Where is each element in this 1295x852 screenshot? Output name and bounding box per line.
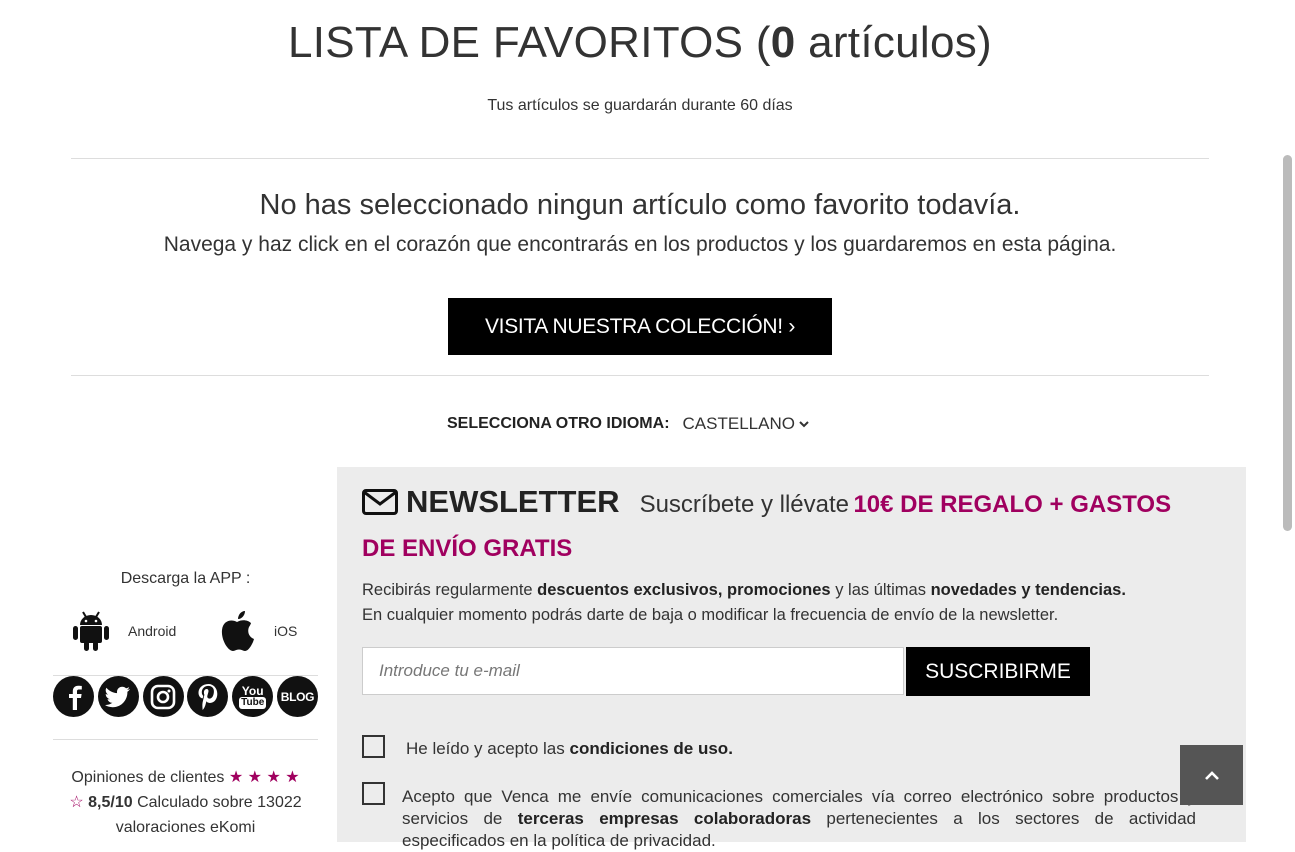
empty-state-heading: No has seleccionado ningun artículo como… <box>259 189 1021 221</box>
instagram-icon[interactable] <box>142 676 184 717</box>
language-selector: SELECCIONA OTRO IDIOMA: CASTELLANO <box>447 414 809 434</box>
rating-score: 8,5/10 <box>88 794 133 811</box>
divider <box>71 158 1209 159</box>
divider <box>71 375 1209 376</box>
visit-collection-button[interactable]: VISITA NUESTRA COLECCIÓN! › <box>448 298 832 355</box>
youtube-icon[interactable]: You Tube <box>232 676 274 717</box>
divider <box>53 739 318 740</box>
terms-label: He leído y acepto las condiciones de uso… <box>406 739 733 758</box>
scroll-to-top-button[interactable] <box>1180 745 1243 805</box>
scrollbar-thumb[interactable] <box>1283 155 1292 531</box>
rating-stars: ★ ★ ★ ★ <box>228 769 300 786</box>
subscribe-button[interactable]: SUSCRIBIRME <box>906 647 1090 696</box>
language-label: SELECCIONA OTRO IDIOMA: <box>447 415 670 432</box>
newsletter-panel: NEWSLETTER Suscríbete y llévate 10€ DE RE… <box>337 467 1246 850</box>
page-subtitle: Tus artículos se guardarán durante 60 dí… <box>487 97 793 114</box>
terms-checkbox[interactable] <box>362 735 385 758</box>
consent-label: Acepto que Venca me envíe comunicaciones… <box>402 787 1196 850</box>
envelope-icon <box>362 489 398 530</box>
empty-state-text: Navega y haz click en el corazón que enc… <box>163 233 1117 256</box>
app-download-title: Descarga la APP : <box>120 570 251 587</box>
android-app-link[interactable]: Android <box>72 610 176 652</box>
newsletter-description: Recibirás regularmente descuentos exclus… <box>362 581 1126 624</box>
promo-highlight: 10€ DE REGALO + GASTOS <box>853 491 1172 518</box>
language-dropdown[interactable]: CASTELLANO <box>683 414 809 434</box>
twitter-icon[interactable] <box>97 676 139 717</box>
consent-checkbox[interactable] <box>362 782 385 805</box>
newsletter-title: NEWSLETTER <box>406 484 620 519</box>
pinterest-icon[interactable] <box>187 676 229 717</box>
android-label: Android <box>128 623 177 639</box>
blog-icon[interactable]: BLOG <box>276 676 318 717</box>
android-icon <box>73 611 109 651</box>
chevron-up-icon <box>1204 771 1219 780</box>
newsletter-heading: NEWSLETTER Suscríbete y llévate 10€ DE RE… <box>362 484 1172 562</box>
ios-app-link[interactable]: iOS <box>218 610 297 652</box>
email-input[interactable] <box>362 647 904 695</box>
terms-link[interactable]: condiciones de uso. <box>570 739 733 758</box>
star-outline-icon: ☆ <box>69 794 84 811</box>
favorites-count: 0 <box>770 18 796 67</box>
chevron-down-icon <box>799 420 809 427</box>
page-title: LISTA DE FAVORITOS (0 artículos) <box>287 18 993 67</box>
ios-label: iOS <box>274 623 298 639</box>
facebook-icon[interactable] <box>53 676 94 717</box>
apple-icon <box>221 611 254 651</box>
language-selected: CASTELLANO <box>682 414 795 433</box>
social-links: You Tube BLOG <box>53 676 318 717</box>
customer-opinions: Opiniones de clientes ★ ★ ★ ★ ☆ 8,5/10 C… <box>69 769 302 836</box>
